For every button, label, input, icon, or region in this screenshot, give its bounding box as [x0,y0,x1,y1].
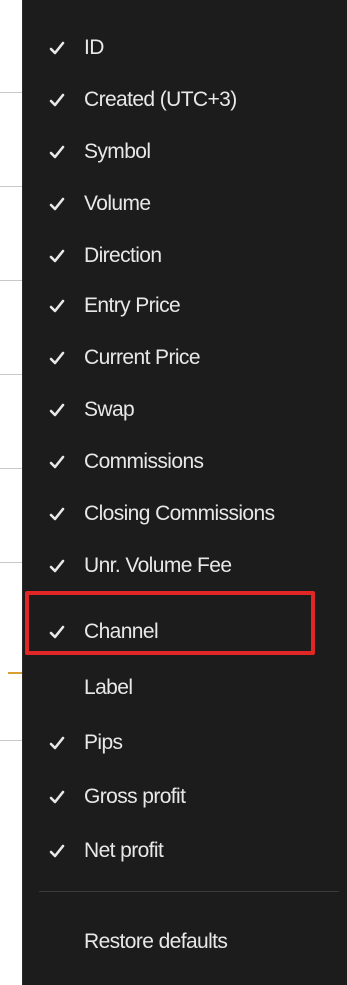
background-grid-line [0,468,22,469]
background-grid-line [0,740,22,741]
restore-defaults-label: Restore defaults [84,930,228,953]
menu-item-label: Created (UTC+3) [84,88,237,111]
menu-item-label: Symbol [84,140,151,163]
menu-item-label: Closing Commissions [84,502,275,525]
checkmark-icon [49,844,65,858]
checkmark-icon [49,299,65,313]
restore-defaults-button[interactable]: Restore defaults [23,922,347,962]
menu-item-label-column[interactable]: Label [23,668,347,708]
menu-item-label: Volume [84,192,151,215]
menu-item-label: Gross profit [84,785,186,808]
background-grid-line [0,186,22,187]
menu-item-net-profit[interactable]: Net profit [23,831,347,871]
checkmark-icon [49,197,65,211]
menu-item-direction[interactable]: Direction [23,236,347,276]
checkmark-icon [49,249,65,263]
checkmark-icon [49,145,65,159]
menu-item-created[interactable]: Created (UTC+3) [23,80,347,120]
checkmark-icon [49,403,65,417]
menu-item-label: Swap [84,398,135,421]
menu-item-label: Label [84,676,133,699]
checkmark-icon [49,736,65,750]
highlight-box [25,591,315,655]
background-grid-line [0,562,22,563]
menu-item-commissions[interactable]: Commissions [23,442,347,482]
background-grid-line [0,374,22,375]
menu-item-label: Entry Price [84,294,181,317]
menu-item-label: Unr. Volume Fee [84,554,232,577]
background-grid-line [0,92,22,93]
menu-separator [39,891,339,892]
menu-item-label: Commissions [84,450,204,473]
menu-item-id[interactable]: ID [23,28,347,68]
menu-item-pips[interactable]: Pips [23,723,347,763]
menu-item-symbol[interactable]: Symbol [23,132,347,172]
checkmark-icon [49,93,65,107]
checkmark-icon [49,455,65,469]
menu-item-label: ID [84,36,104,59]
menu-item-volume[interactable]: Volume [23,184,347,224]
menu-item-label: Direction [84,244,162,267]
menu-item-entry-price[interactable]: Entry Price [23,286,347,326]
menu-item-gross-profit[interactable]: Gross profit [23,777,347,817]
background-window-strip [0,0,22,985]
background-chart-tick [8,672,22,674]
column-visibility-menu: ID Created (UTC+3) Symbol Volume Directi… [22,0,347,985]
checkmark-icon [49,41,65,55]
menu-item-unr-volume-fee[interactable]: Unr. Volume Fee [23,546,347,586]
checkmark-icon [49,351,65,365]
menu-item-swap[interactable]: Swap [23,390,347,430]
menu-item-current-price[interactable]: Current Price [23,338,347,378]
checkmark-icon [49,790,65,804]
background-grid-line [0,280,22,281]
menu-item-label: Current Price [84,346,201,369]
menu-item-label: Net profit [84,839,164,862]
checkmark-icon [49,507,65,521]
menu-item-closing-commissions[interactable]: Closing Commissions [23,494,347,534]
checkmark-icon [49,559,65,573]
menu-item-label: Pips [84,731,123,754]
